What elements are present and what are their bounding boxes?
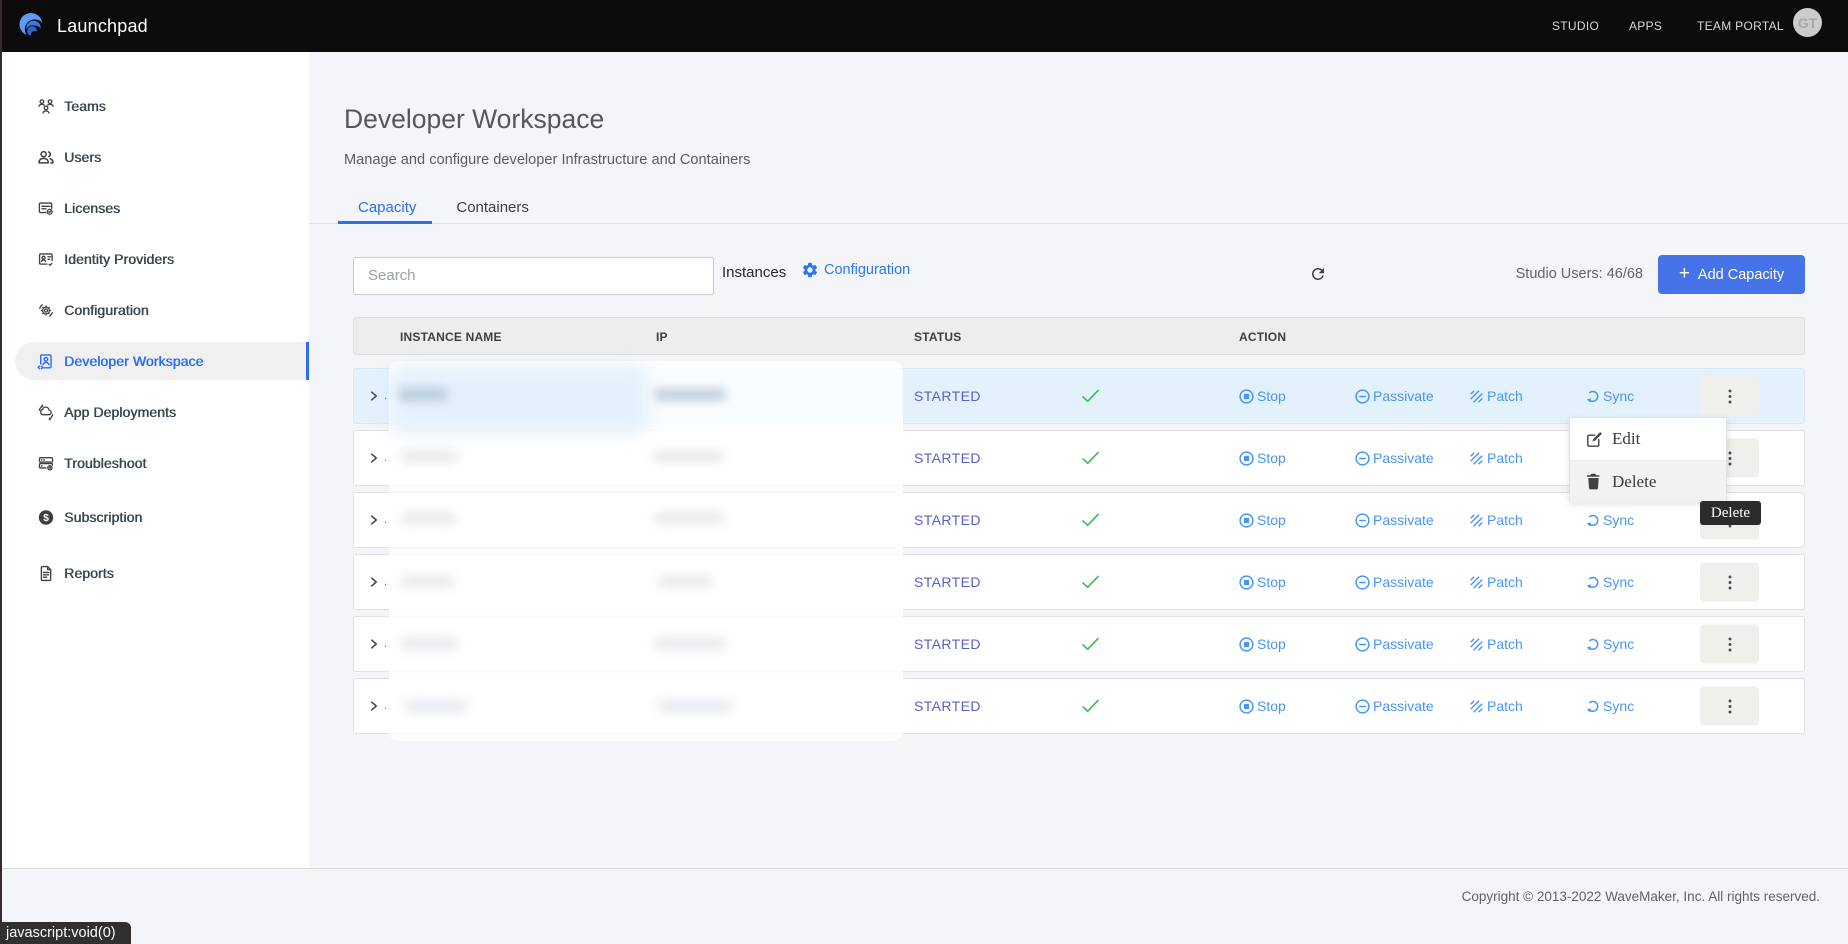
svg-text:$: $ (43, 513, 49, 524)
